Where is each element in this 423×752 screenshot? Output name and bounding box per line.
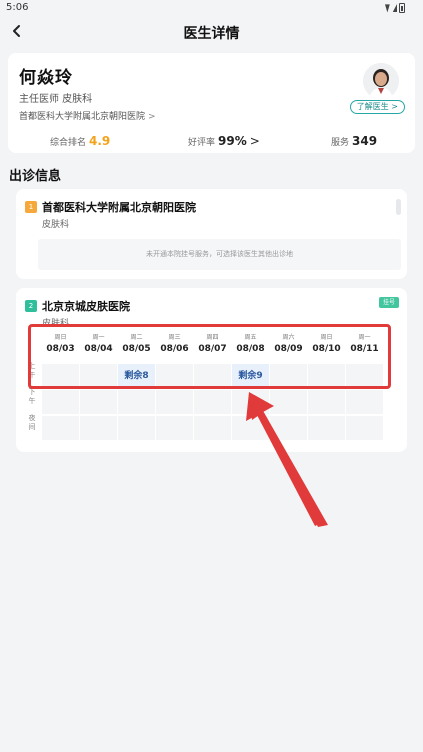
row-label-afternoon: 下午 (26, 388, 38, 406)
row-label-night: 夜间 (26, 414, 38, 432)
row-label-text: 夜间 (28, 414, 36, 431)
empty-slot (194, 390, 231, 414)
scroll-thumb (396, 199, 401, 215)
service-stat: 服务 349 (331, 133, 377, 151)
battery-icon (399, 3, 405, 13)
learn-doctor-button[interactable]: 了解医生 > (349, 100, 405, 114)
rank-value: 4.9 (89, 134, 111, 148)
empty-slot (156, 390, 193, 414)
hospital-dept: 皮肤科 (42, 220, 70, 230)
avatar (363, 63, 399, 99)
hospital-name: 首都医科大学附属北京朝阳医院 (42, 201, 196, 214)
row-label-text: 下午 (28, 388, 36, 405)
page-title: 医生详情 (183, 26, 240, 42)
nav-bar: 医生详情 (0, 16, 423, 48)
empty-slot (270, 416, 307, 440)
praise-label: 好评率 (188, 138, 216, 148)
empty-slot (346, 416, 383, 440)
doctor-hospital-label: 首都医科大学附属北京朝阳医院 (19, 112, 146, 122)
hospital-card-1: 1 首都医科大学附属北京朝阳医院 皮肤科 未开通本院挂号服务，可选择该医生其他出… (16, 189, 407, 279)
section-title: 出诊信息 (9, 169, 62, 184)
doctor-hospital-link[interactable]: 首都医科大学附属北京朝阳医院 > (19, 109, 156, 122)
status-time: 5:06 (6, 2, 29, 13)
empty-slot (232, 390, 269, 414)
doctor-portrait-icon (363, 63, 399, 99)
empty-slot (194, 416, 231, 440)
hospital-name: 北京京城皮肤医院 (42, 300, 130, 313)
doctor-name: 何焱玲 (19, 68, 73, 88)
status-icons (385, 3, 397, 13)
empty-slot (308, 416, 345, 440)
wifi-icon (385, 4, 390, 13)
rank-stat: 综合排名 4.9 (50, 133, 110, 151)
doctor-card: 何焱玲 主任医师 皮肤科 首都医科大学附属北京朝阳医院 > 了解医生 > 综合排名… (8, 53, 415, 153)
empty-slot (232, 416, 269, 440)
service-label: 服务 (331, 138, 350, 148)
chevron-right-icon: > (148, 112, 156, 122)
praise-stat[interactable]: 好评率 99% > (188, 133, 260, 151)
empty-slot (308, 390, 345, 414)
empty-slot (42, 416, 79, 440)
signal-icon (392, 4, 397, 12)
empty-slot (42, 390, 79, 414)
registration-tag: 挂号 (378, 297, 399, 308)
empty-slot (80, 390, 117, 414)
empty-slot (270, 390, 307, 414)
empty-slot (156, 416, 193, 440)
service-value: 349 (352, 134, 378, 148)
hospital-index-badge: 1 (25, 201, 37, 213)
rank-label: 综合排名 (50, 138, 87, 148)
empty-slot (346, 390, 383, 414)
hospital-index-badge: 2 (25, 300, 37, 312)
annotation-highlight-box (28, 324, 391, 389)
empty-slot (118, 390, 155, 414)
doctor-title-dept: 主任医师 皮肤科 (19, 94, 93, 105)
stats-row: 综合排名 4.9 好评率 99% > 服务 349 (8, 133, 415, 149)
praise-value: 99% (218, 134, 247, 148)
empty-slot (80, 416, 117, 440)
status-bar: 5:06 (0, 0, 423, 16)
chevron-right-icon: > (249, 134, 260, 148)
empty-slot (118, 416, 155, 440)
unavailable-notice: 未开通本院挂号服务，可选择该医生其他出诊地 (38, 239, 401, 270)
